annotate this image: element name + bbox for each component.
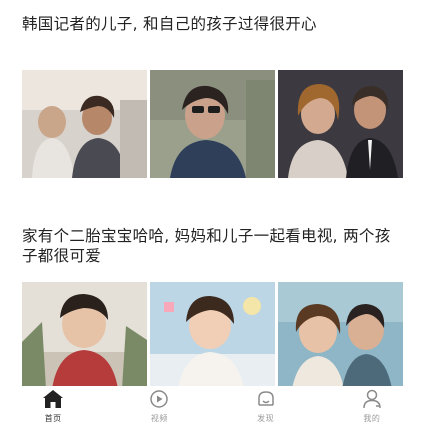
feed-item[interactable]: 家有个二胎宝宝哈哈, 妈妈和儿子一起看电视, 两个孩子都很可爱 xyxy=(0,226,425,389)
tab-video[interactable]: 视频 xyxy=(119,386,199,424)
tab-label: 我的 xyxy=(363,414,381,423)
feed-image-row xyxy=(22,282,403,389)
feed-thumbnail-1[interactable] xyxy=(22,70,147,178)
tab-profile[interactable]: 我的 xyxy=(332,386,412,424)
tab-home[interactable]: 首页 xyxy=(13,386,93,424)
feed-thumbnail-2[interactable] xyxy=(150,282,275,389)
feed-item-title[interactable]: 家有个二胎宝宝哈哈, 妈妈和儿子一起看电视, 两个孩子都很可爱 xyxy=(22,226,403,266)
tab-label: 视频 xyxy=(150,414,168,423)
feed-image-row xyxy=(22,70,403,178)
bottom-tab-bar: 首页 视频 发现 我的 xyxy=(0,386,425,434)
video-play-icon xyxy=(150,390,169,408)
feed-thumbnail-2[interactable] xyxy=(150,70,275,178)
feed-item-title[interactable]: 韩国记者的儿子, 和自己的孩子过得很开心 xyxy=(22,14,403,54)
discover-icon xyxy=(257,391,274,406)
feed-thumbnail-3[interactable] xyxy=(278,282,403,389)
tab-label: 首页 xyxy=(44,414,62,423)
feed-item[interactable]: 韩国记者的儿子, 和自己的孩子过得很开心 xyxy=(0,14,425,178)
profile-icon xyxy=(363,389,381,409)
feed-thumbnail-1[interactable] xyxy=(22,282,147,389)
tab-label: 发现 xyxy=(257,414,275,423)
home-icon xyxy=(43,390,64,408)
tab-discover[interactable]: 发现 xyxy=(226,386,306,424)
feed-thumbnail-3[interactable] xyxy=(278,70,403,178)
